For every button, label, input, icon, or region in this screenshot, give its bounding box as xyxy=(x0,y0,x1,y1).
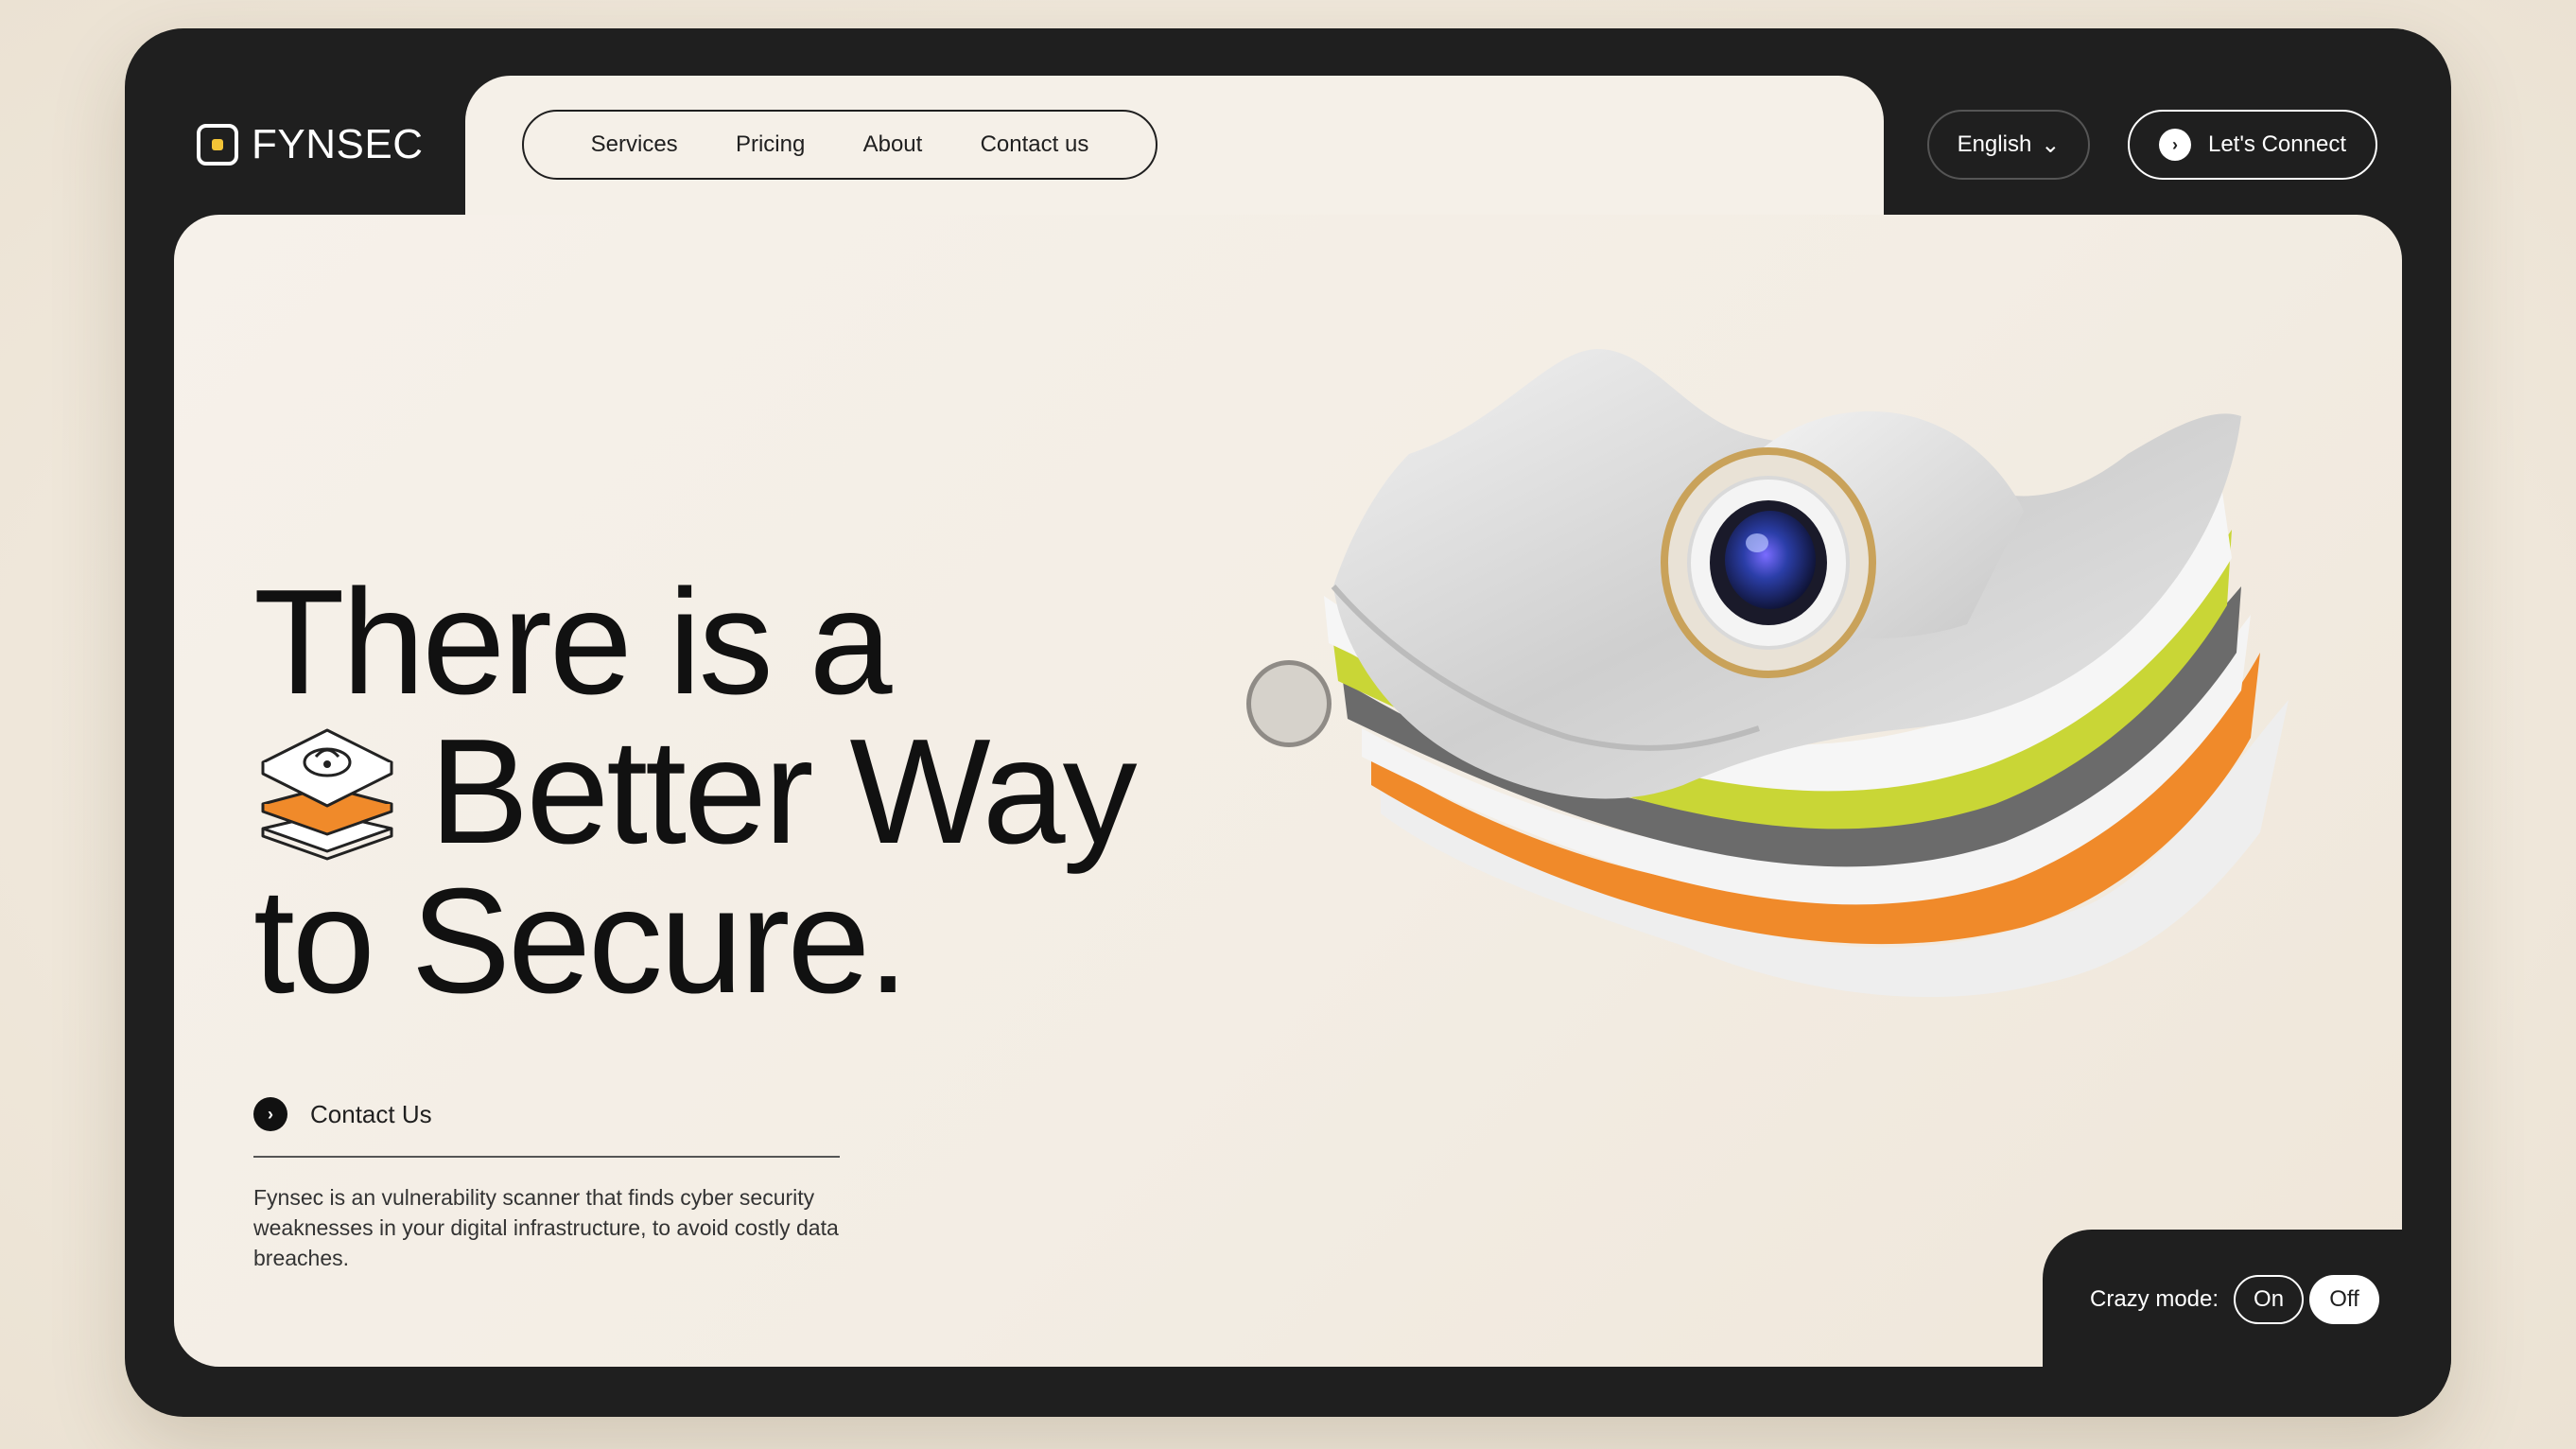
nav-item-services[interactable]: Services xyxy=(591,131,678,158)
security-layers-icon xyxy=(261,728,393,861)
language-label: English xyxy=(1957,131,2032,157)
brand-logo[interactable]: FYNSEC xyxy=(197,121,423,168)
chevron-down-icon: ⌄ xyxy=(2041,131,2061,158)
headline-line-1: There is a xyxy=(253,559,893,725)
arrow-right-icon: › xyxy=(2158,129,2191,161)
connect-label: Let's Connect xyxy=(2207,131,2346,157)
language-select[interactable]: English ⌄ xyxy=(1927,110,2090,180)
brand-name: FYNSEC xyxy=(252,121,424,167)
main-nav: Services Pricing About Contact us xyxy=(522,110,1157,180)
nav-item-pricing[interactable]: Pricing xyxy=(736,131,805,158)
crazy-mode-off-button[interactable]: Off xyxy=(2309,1275,2380,1324)
crazy-mode-control: Crazy mode: On Off xyxy=(2090,1275,2380,1324)
headline-line-2: Better Way xyxy=(429,708,1138,875)
headline-line-3: to Secure. xyxy=(253,858,909,1024)
nav-item-about[interactable]: About xyxy=(863,131,923,158)
lets-connect-button[interactable]: › Let's Connect xyxy=(2128,110,2377,180)
contact-us-label: Contact Us xyxy=(310,1099,432,1128)
crazy-mode-on-button[interactable]: On xyxy=(2234,1275,2305,1324)
contact-us-link[interactable]: › Contact Us xyxy=(253,1097,432,1131)
arrow-right-icon: › xyxy=(253,1097,287,1131)
crazy-mode-label: Crazy mode: xyxy=(2090,1286,2219,1312)
hero-description: Fynsec is an vulnerability scanner that … xyxy=(253,1185,839,1270)
logo-icon xyxy=(197,124,238,166)
crazy-mode-toggle: On Off xyxy=(2234,1275,2380,1324)
hero-headline: There is a Better Way to Secure. xyxy=(253,559,1138,1024)
divider xyxy=(253,1156,840,1158)
nav-item-contact[interactable]: Contact us xyxy=(981,131,1089,158)
hero-illustration xyxy=(1324,349,2289,998)
